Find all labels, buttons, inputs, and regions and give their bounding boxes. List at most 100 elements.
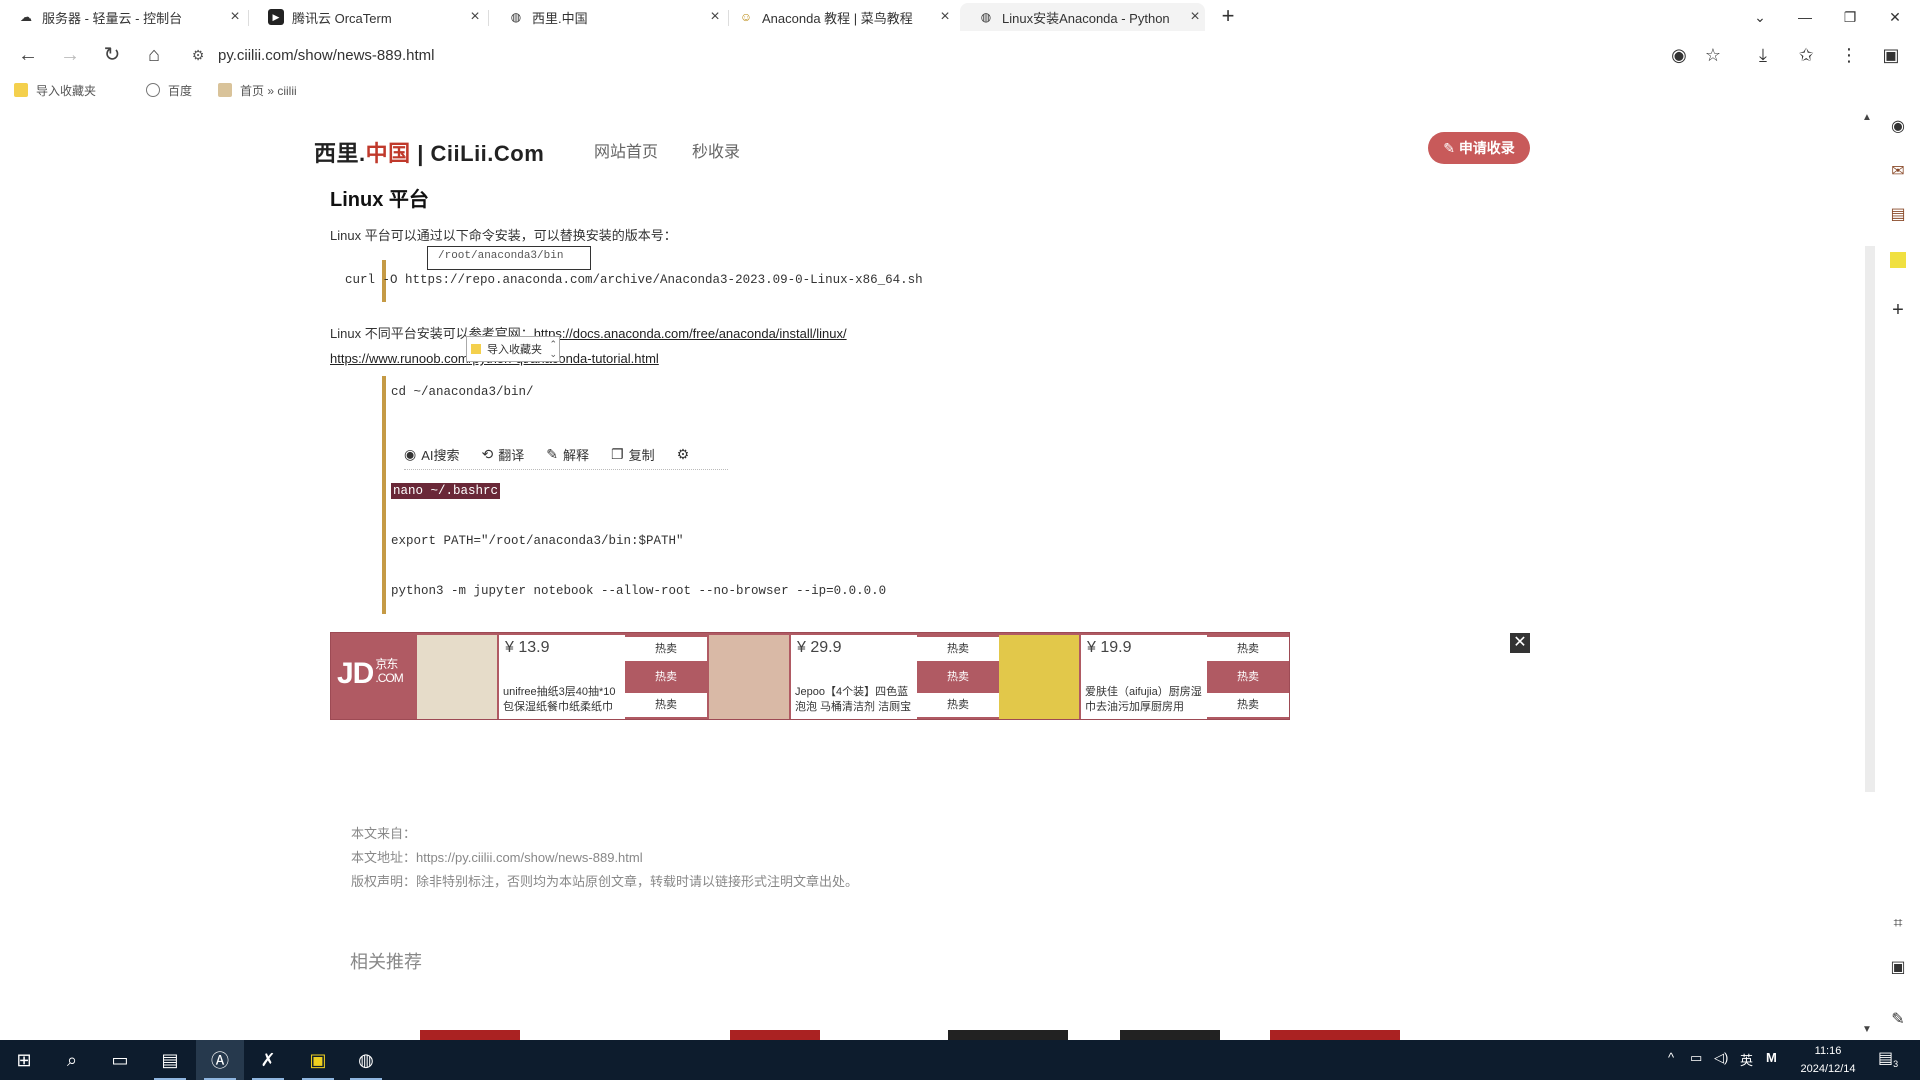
ai-eye-icon[interactable]: ◉ bbox=[1886, 115, 1910, 139]
restore-button[interactable]: ❐ bbox=[1830, 4, 1870, 30]
hot-label[interactable]: 热卖 bbox=[1207, 637, 1289, 661]
ad-close-icon[interactable]: ✕ bbox=[1510, 633, 1530, 653]
apply-index-button[interactable]: ✎ 申请收录 bbox=[1428, 132, 1530, 164]
scroll-up-arrow-icon[interactable]: ▲ bbox=[1862, 112, 1872, 123]
hot-label[interactable]: 热卖 bbox=[917, 665, 999, 689]
clock[interactable]: 11:16 2024/12/14 bbox=[1788, 1042, 1868, 1078]
notes-app-icon[interactable]: ▤ bbox=[146, 1040, 194, 1080]
globe-icon: ◍ bbox=[980, 10, 992, 24]
close-icon[interactable]: × bbox=[1185, 8, 1205, 26]
mail-icon[interactable]: ✉ bbox=[1886, 160, 1910, 184]
star-icon[interactable]: ☆ bbox=[1700, 42, 1726, 68]
tab-list-chevron-icon[interactable]: ⌄ bbox=[1740, 4, 1780, 30]
add-icon[interactable]: + bbox=[1886, 298, 1910, 322]
bookmark-label: 首页 » ciilii bbox=[240, 83, 297, 98]
ad-product-1[interactable]: ¥ 13.9 unifree抽纸3层40抽*10包保湿纸餐巾纸柔纸巾 热卖 热卖… bbox=[417, 635, 707, 719]
lock-icon[interactable]: ▣ bbox=[1886, 956, 1910, 980]
tab-orcaterm[interactable]: ▶ 腾讯云 OrcaTerm × bbox=[250, 3, 485, 31]
favorites-icon[interactable]: ✩ bbox=[1793, 42, 1819, 68]
tracking-eye-icon[interactable]: ◉ bbox=[1666, 42, 1692, 68]
volume-icon[interactable]: ◁) bbox=[1714, 1050, 1728, 1066]
close-icon[interactable]: × bbox=[225, 8, 245, 26]
notification-icon[interactable]: ▤3 bbox=[1878, 1048, 1898, 1069]
bookmark-ciilii-home[interactable]: 首页 » ciilii bbox=[218, 80, 297, 100]
related-heading: 相关推荐 bbox=[350, 952, 422, 972]
bookmark-import[interactable]: 导入收藏夹 bbox=[14, 80, 96, 100]
menu-dots-icon[interactable]: ⋮ bbox=[1836, 42, 1862, 68]
hot-label[interactable]: 热卖 bbox=[625, 637, 707, 661]
close-icon[interactable]: × bbox=[465, 8, 485, 26]
address-bar[interactable]: ⚙ py.ciilii.com/show/news-889.html bbox=[186, 41, 1646, 69]
nav-fast-index-link[interactable]: 秒收录 bbox=[692, 138, 740, 162]
site-logo[interactable]: 西里.中国 | CiiLii.Com bbox=[314, 136, 544, 168]
baidu-icon bbox=[146, 83, 160, 97]
back-arrow-icon[interactable]: ← bbox=[14, 41, 42, 69]
ad-product-2[interactable]: ¥ 29.9 Jepoo【4个装】四色蓝泡泡 马桶清洁剂 洁厕宝 热卖 热卖 热… bbox=[709, 635, 999, 719]
jd-ad-banner[interactable]: JD 京东 .COM ¥ 13.9 unifree抽纸3层40抽*10包保湿纸餐巾纸… bbox=[330, 632, 1290, 720]
nano-command-selected[interactable]: nano ~/.bashrc bbox=[391, 483, 501, 499]
reload-icon[interactable]: ↻ bbox=[98, 41, 126, 69]
article-address[interactable]: 本文地址：https://py.ciilii.com/show/news-889… bbox=[351, 847, 643, 866]
bookmarks-bar: 导入收藏夹 百度 首页 » ciilii bbox=[0, 78, 1920, 102]
explain-button[interactable]: ✎ 解释 bbox=[546, 445, 589, 464]
tab-label: 服务器 - 轻量云 - 控制台 bbox=[42, 10, 183, 26]
tab-runoob[interactable]: ☺ Anaconda 教程 | 菜鸟教程 × bbox=[720, 3, 955, 31]
hot-label[interactable]: 热卖 bbox=[625, 665, 707, 689]
tray-chevron-icon[interactable]: ^ bbox=[1668, 1050, 1674, 1065]
pencil-icon: ✎ bbox=[1443, 140, 1459, 156]
terminal-app-icon[interactable]: ✗ bbox=[244, 1040, 292, 1080]
search-icon[interactable]: ⌕ bbox=[48, 1040, 96, 1080]
browser-app-icon[interactable]: ◍ bbox=[342, 1040, 390, 1080]
translate-button[interactable]: ⟲ 翻译 bbox=[482, 445, 525, 464]
hot-label[interactable]: 热卖 bbox=[625, 693, 707, 717]
ai-search-button[interactable]: ◉ AI搜索 bbox=[404, 445, 460, 464]
settings-gear-icon[interactable]: ⚙ bbox=[677, 446, 695, 463]
tab-linux-anaconda[interactable]: ◍ Linux安装Anaconda - Python × bbox=[960, 3, 1205, 31]
import-bookmarks-popup[interactable]: 导入收藏夹 ⌃ ⌄ bbox=[466, 336, 560, 362]
ad-product-3[interactable]: ¥ 19.9 爱肤佳（aifujia）厨房湿巾去油污加厚厨房用 热卖 热卖 热卖 bbox=[999, 635, 1289, 719]
new-tab-button[interactable]: + bbox=[1216, 5, 1240, 29]
tab-label: Linux安装Anaconda - Python bbox=[1002, 10, 1170, 26]
jupyter-command: python3 -m jupyter notebook --allow-root… bbox=[391, 584, 887, 598]
hot-label[interactable]: 热卖 bbox=[1207, 665, 1289, 689]
tab-ciilii[interactable]: ◍ 西里.中国 × bbox=[490, 3, 725, 31]
anaconda-docs-link[interactable]: https://docs.anaconda.com/free/anaconda/… bbox=[534, 326, 847, 341]
crop-icon[interactable]: ⌗ bbox=[1886, 912, 1910, 936]
bookmark-baidu[interactable]: 百度 bbox=[146, 80, 192, 100]
folder-icon bbox=[14, 83, 28, 97]
m-app-icon[interactable]: M bbox=[1766, 1050, 1777, 1065]
product-price: ¥ 29.9 bbox=[797, 639, 842, 656]
home-icon[interactable]: ⌂ bbox=[140, 41, 168, 69]
site-info-icon[interactable]: ⚙ bbox=[186, 47, 210, 64]
product-image bbox=[999, 635, 1079, 719]
tab-console[interactable]: ☁ 服务器 - 轻量云 - 控制台 × bbox=[0, 3, 245, 31]
hot-label[interactable]: 热卖 bbox=[917, 637, 999, 661]
url-text[interactable]: py.ciilii.com/show/news-889.html bbox=[218, 47, 434, 64]
spinner-arrows-icon[interactable]: ⌃ ⌄ bbox=[549, 339, 557, 359]
anaconda-app-icon[interactable]: Ⓐ bbox=[196, 1040, 244, 1080]
ime-indicator[interactable]: 英 bbox=[1740, 1050, 1753, 1069]
image-fragment bbox=[420, 1030, 520, 1040]
hot-label[interactable]: 热卖 bbox=[1207, 693, 1289, 717]
forward-arrow-icon[interactable]: → bbox=[56, 41, 84, 69]
scroll-down-arrow-icon[interactable]: ▼ bbox=[1862, 1024, 1872, 1035]
network-icon[interactable]: ▭ bbox=[1690, 1050, 1702, 1066]
selection-toolbar: ◉ AI搜索 ⟲ 翻译 ✎ 解释 ❐ 复制 ⚙ bbox=[404, 440, 728, 470]
task-view-icon[interactable]: ▭ bbox=[96, 1040, 144, 1080]
hot-label[interactable]: 热卖 bbox=[917, 693, 999, 717]
window-close-button[interactable]: ✕ bbox=[1875, 4, 1915, 30]
scrollbar-track[interactable] bbox=[1865, 246, 1875, 792]
sidebar-toggle-icon[interactable]: ▣ bbox=[1878, 42, 1904, 68]
close-icon[interactable]: × bbox=[935, 8, 955, 26]
sticky-note-icon[interactable] bbox=[1886, 248, 1910, 272]
image-fragment bbox=[948, 1030, 1068, 1040]
edit-icon[interactable]: ✎ bbox=[1886, 1008, 1910, 1032]
yellow-app-icon[interactable]: ▣ bbox=[294, 1040, 342, 1080]
windows-start-icon[interactable]: ⊞ bbox=[0, 1040, 48, 1080]
tab-label: 腾讯云 OrcaTerm bbox=[292, 10, 392, 26]
download-icon[interactable]: ⤓ bbox=[1750, 42, 1776, 68]
copy-button[interactable]: ❐ 复制 bbox=[611, 445, 655, 464]
notes-icon[interactable]: ▤ bbox=[1886, 203, 1910, 227]
nav-home-link[interactable]: 网站首页 bbox=[594, 138, 658, 162]
minimize-button[interactable]: — bbox=[1785, 4, 1825, 30]
